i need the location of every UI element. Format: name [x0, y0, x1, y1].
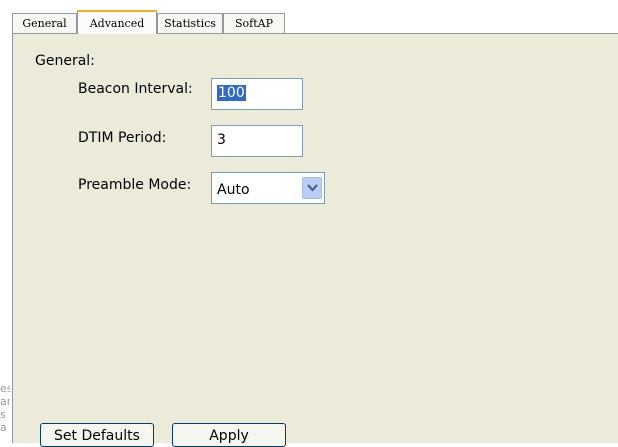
background-text-line: es	[0, 382, 10, 395]
tab-softap[interactable]: SoftAP	[223, 13, 285, 33]
preamble-mode-value: Auto	[217, 182, 250, 198]
dtim-period-value: 3	[217, 132, 226, 148]
preamble-mode-select[interactable]: Auto	[211, 172, 325, 204]
tab-statistics[interactable]: Statistics	[157, 13, 223, 33]
dtim-period-input[interactable]: 3	[211, 125, 303, 157]
dtim-period-label: DTIM Period:	[78, 130, 167, 146]
background-window-edge	[0, 0, 10, 440]
background-text-line: an	[0, 395, 10, 408]
set-defaults-button[interactable]: Set Defaults	[40, 423, 154, 447]
section-title: General:	[35, 53, 95, 69]
preamble-mode-label: Preamble Mode:	[78, 177, 192, 193]
advanced-settings-panel: General: Beacon Interval: 100 DTIM Perio…	[12, 33, 618, 443]
tab-general[interactable]: General	[12, 13, 77, 33]
tab-strip: General Advanced Statistics SoftAP	[12, 10, 618, 34]
background-text-line: s a	[0, 408, 7, 434]
beacon-interval-label: Beacon Interval:	[78, 81, 193, 97]
tab-advanced[interactable]: Advanced	[77, 10, 157, 34]
apply-button[interactable]: Apply	[172, 423, 286, 447]
beacon-interval-input[interactable]: 100	[211, 78, 303, 110]
chevron-down-icon[interactable]	[302, 177, 322, 199]
beacon-interval-value: 100	[217, 85, 246, 101]
